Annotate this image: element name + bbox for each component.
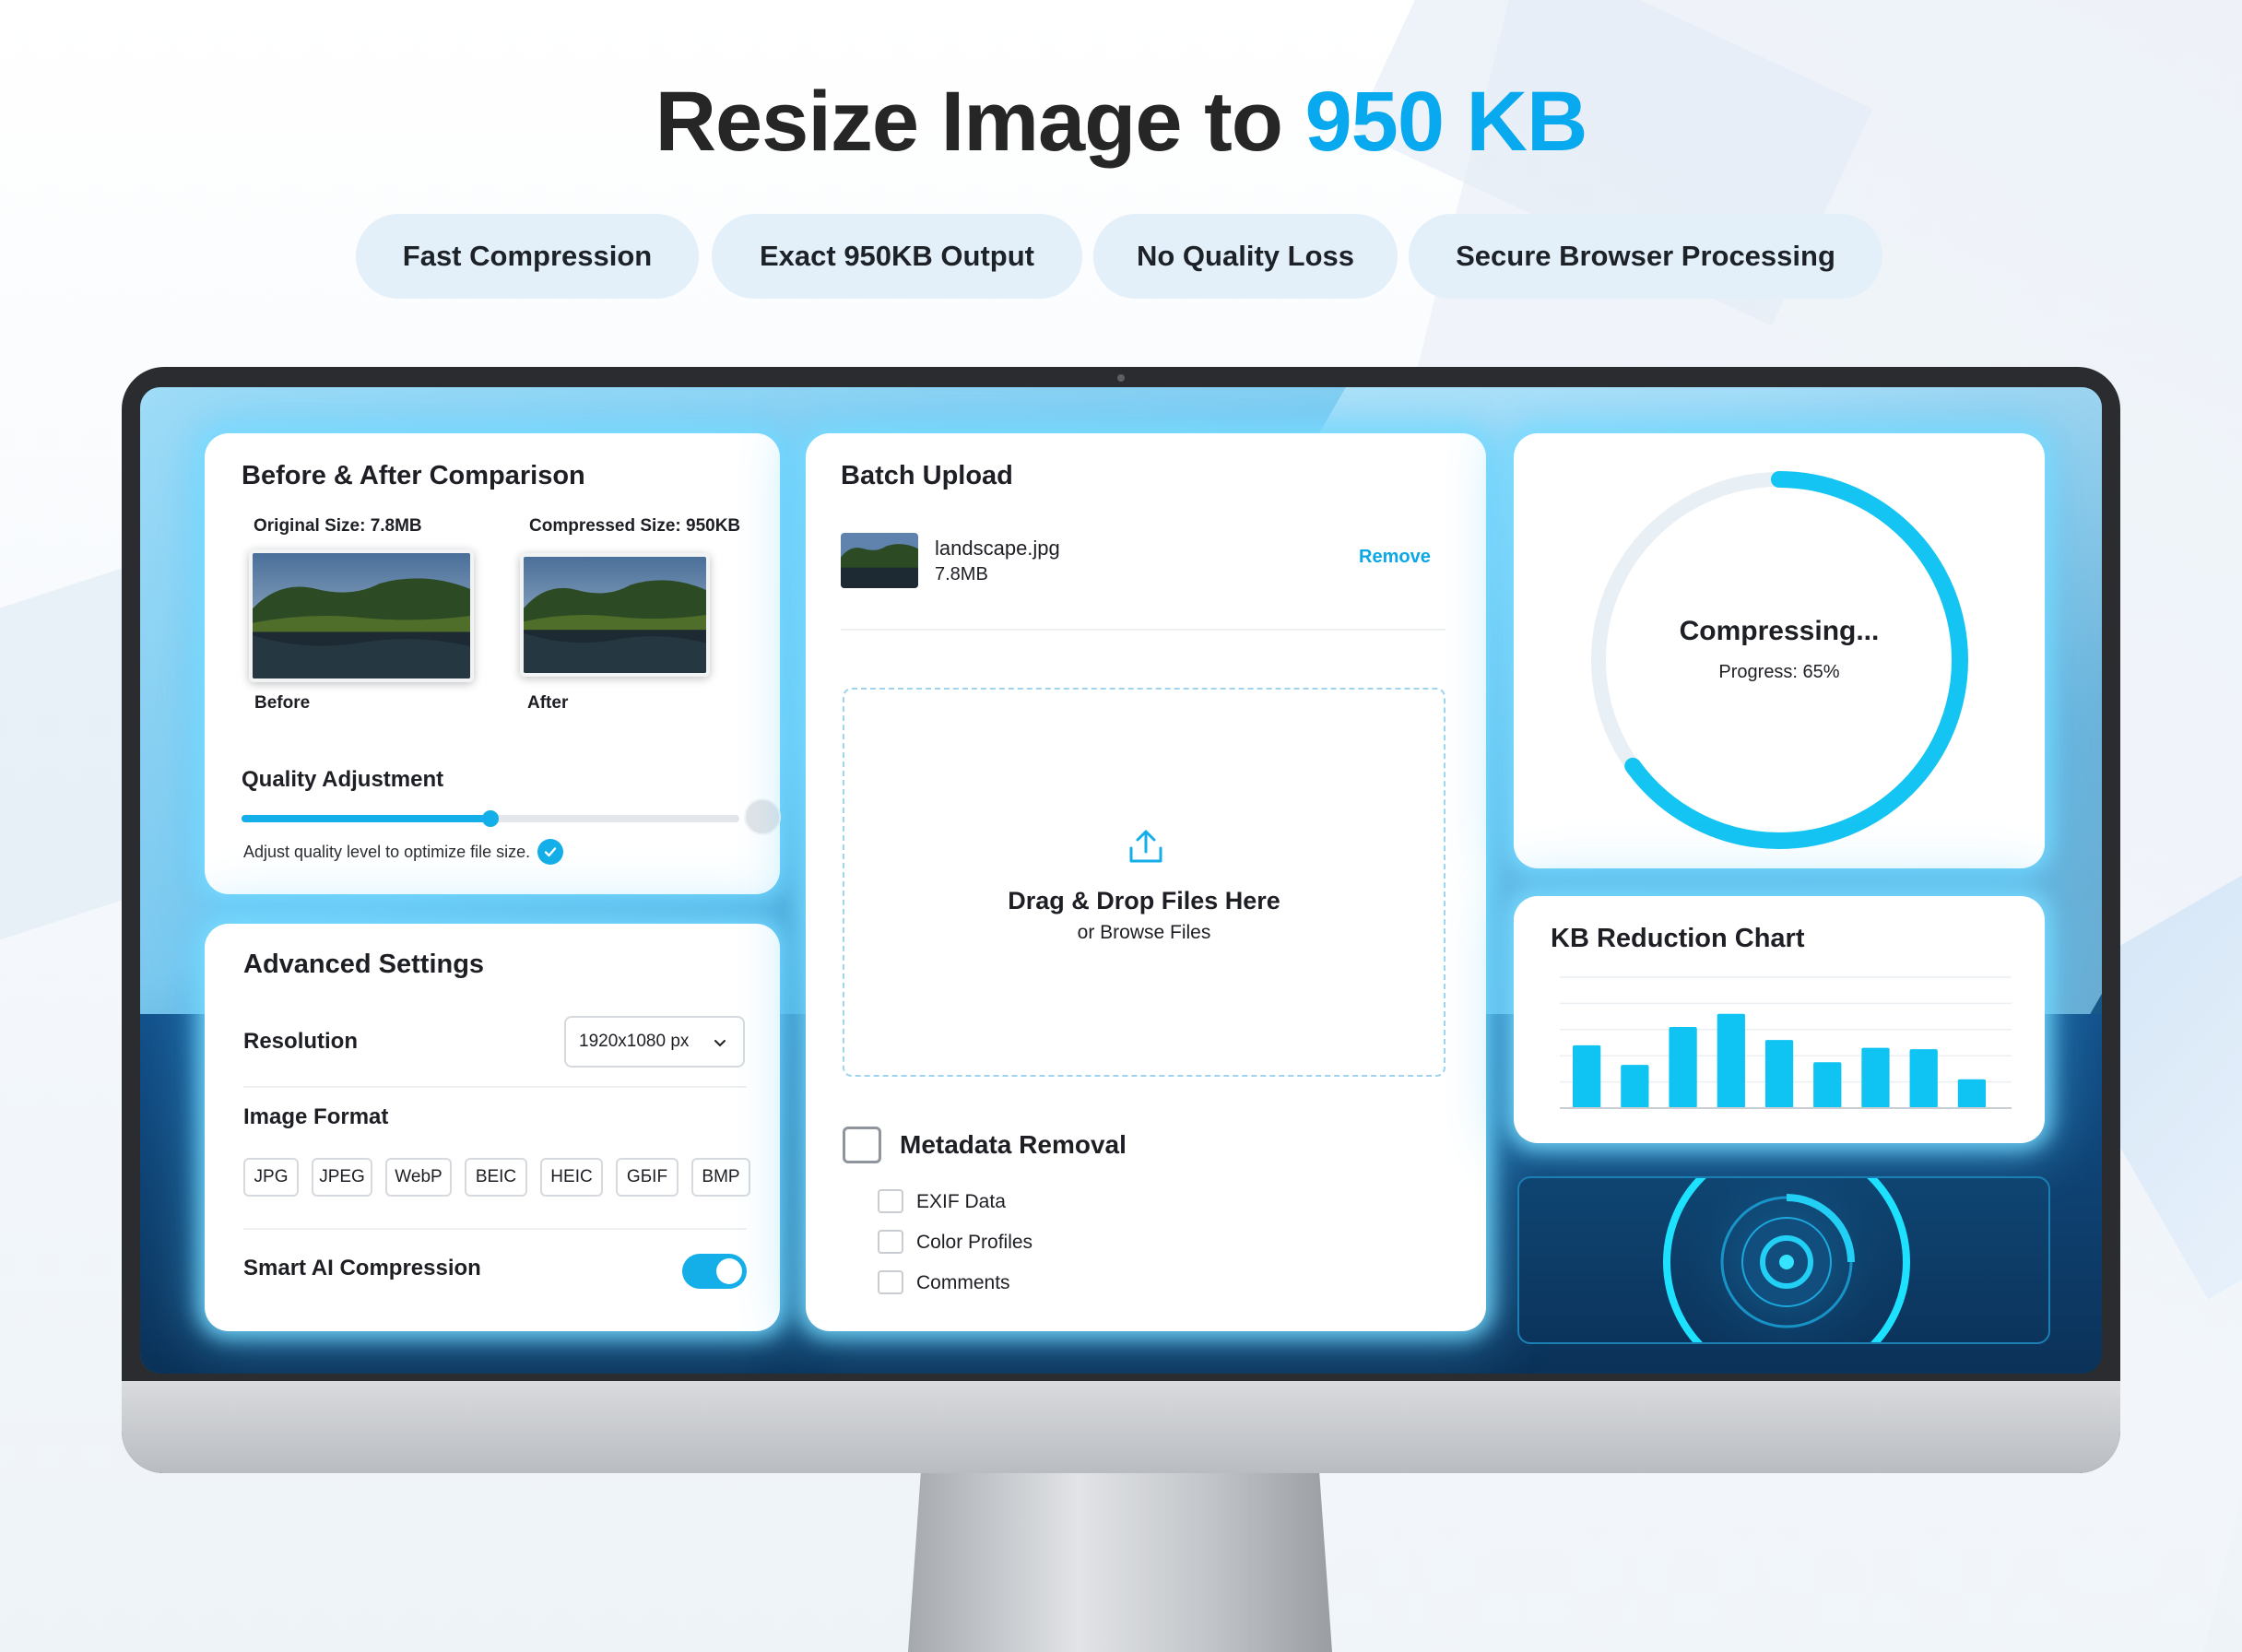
monitor-stand xyxy=(908,1473,1332,1652)
chart-bar xyxy=(1861,1047,1890,1108)
feature-pill: No Quality Loss xyxy=(1093,214,1398,299)
format-option-gbif[interactable]: GБIF xyxy=(616,1158,678,1197)
before-caption: Before xyxy=(254,693,311,713)
progress-ring xyxy=(1590,471,1968,849)
upload-title: Batch Upload xyxy=(841,461,1013,490)
format-option-webp[interactable]: WebP xyxy=(385,1158,452,1197)
progress-label: Progress: 65% xyxy=(1718,662,1840,682)
drop-title: Drag & Drop Files Here xyxy=(1008,887,1280,914)
scanner-icon xyxy=(1663,1178,1910,1342)
divider xyxy=(841,629,1446,631)
feature-pills: Fast Compression Exact 950KB Output No Q… xyxy=(0,214,2242,299)
comparison-card: Before & After Comparison Original Size:… xyxy=(205,433,781,894)
file-name: landscape.jpg xyxy=(935,537,1060,560)
chevron-down-icon xyxy=(714,1040,726,1047)
feature-pill: Exact 950KB Output xyxy=(712,214,1082,299)
chart-bar xyxy=(1764,1040,1794,1108)
before-image xyxy=(249,549,474,682)
quality-slider-fill xyxy=(242,815,490,822)
app-screen: Before & After Comparison Original Size:… xyxy=(140,387,2102,1374)
format-option-jpeg[interactable]: JPEG xyxy=(312,1158,372,1197)
metadata-removal-checkbox[interactable] xyxy=(843,1127,881,1163)
quality-slider-handle[interactable] xyxy=(482,810,499,827)
smart-compression-label: Smart AI Compression xyxy=(243,1256,481,1280)
file-thumbnail xyxy=(841,533,918,588)
feature-pill: Fast Compression xyxy=(356,214,699,299)
quality-slider[interactable] xyxy=(242,798,781,835)
page-title: Resize Image to 950 KB xyxy=(0,74,2242,171)
chart-bar xyxy=(1669,1026,1697,1108)
comments-checkbox[interactable] xyxy=(878,1270,903,1294)
chart-bar xyxy=(1909,1049,1938,1108)
title-accent: 950 KB xyxy=(1304,75,1587,169)
browse-files-link[interactable]: or Browse Files xyxy=(844,922,1444,944)
title-prefix: Resize Image to xyxy=(655,75,1305,169)
resolution-select[interactable]: 1920x1080 px xyxy=(564,1016,745,1068)
kb-reduction-chart xyxy=(1560,976,2012,1109)
chart-title: KB Reduction Chart xyxy=(1551,924,1805,953)
batch-upload-card: Batch Upload landscape.jpg 7.8MB Remove … xyxy=(806,433,1486,1331)
scanner-panel xyxy=(1517,1176,2050,1344)
quality-title: Quality Adjustment xyxy=(242,767,444,792)
quality-slider-end-knob[interactable] xyxy=(744,798,781,835)
resolution-value: 1920x1080 px xyxy=(579,1032,690,1051)
comparison-title: Before & After Comparison xyxy=(242,461,585,490)
upload-icon xyxy=(1129,830,1162,863)
progress-status: Compressing... xyxy=(1679,616,1880,646)
color-profiles-label: Color Profiles xyxy=(916,1232,1033,1253)
kb-reduction-chart-card: KB Reduction Chart xyxy=(1514,896,2045,1143)
chart-bar xyxy=(1621,1065,1649,1108)
chart-bar xyxy=(1813,1062,1842,1108)
after-caption: After xyxy=(527,693,569,713)
color-profiles-checkbox[interactable] xyxy=(878,1230,903,1254)
monitor-chin xyxy=(122,1381,2120,1473)
camera-dot xyxy=(1117,374,1125,382)
settings-title: Advanced Settings xyxy=(243,950,485,979)
format-option-heic[interactable]: HEIC xyxy=(540,1158,603,1197)
resolution-label: Resolution xyxy=(243,1029,358,1054)
compressed-size-label: Compressed Size: 950KB xyxy=(529,516,741,536)
comments-label: Comments xyxy=(916,1272,1010,1293)
format-options: JPG JPEG WebP BEIC HEIC GБIF BMP xyxy=(243,1158,750,1197)
image-format-label: Image Format xyxy=(243,1104,389,1129)
metadata-removal-label: Metadata Removal xyxy=(900,1130,1127,1159)
format-option-jpg[interactable]: JPG xyxy=(243,1158,299,1197)
drop-zone[interactable]: Drag & Drop Files Here or Browse Files xyxy=(843,688,1446,1077)
format-option-bmp[interactable]: BMP xyxy=(691,1158,750,1197)
quality-hint-text: Adjust quality level to optimize file si… xyxy=(243,842,531,861)
divider xyxy=(243,1228,747,1230)
chart-bar xyxy=(1957,1079,1987,1108)
feature-pill: Secure Browser Processing xyxy=(1409,214,1882,299)
smart-compression-toggle[interactable] xyxy=(682,1254,747,1289)
chart-bar xyxy=(1573,1044,1601,1108)
exif-label: EXIF Data xyxy=(916,1191,1006,1212)
format-option-beic[interactable]: BEIC xyxy=(465,1158,527,1197)
original-size-label: Original Size: 7.8MB xyxy=(254,516,422,536)
progress-card: Compressing... Progress: 65% xyxy=(1514,433,2045,868)
divider xyxy=(243,1086,747,1088)
quality-hint: Adjust quality level to optimize file si… xyxy=(243,839,564,865)
exif-checkbox[interactable] xyxy=(878,1189,903,1213)
check-icon xyxy=(537,839,564,865)
monitor: Before & After Comparison Original Size:… xyxy=(122,367,2120,1473)
remove-file-link[interactable]: Remove xyxy=(1359,547,1431,568)
after-image xyxy=(520,553,710,677)
advanced-settings-card: Advanced Settings Resolution 1920x1080 p… xyxy=(205,924,780,1331)
file-size: 7.8MB xyxy=(935,564,988,584)
chart-bar xyxy=(1717,1013,1745,1108)
